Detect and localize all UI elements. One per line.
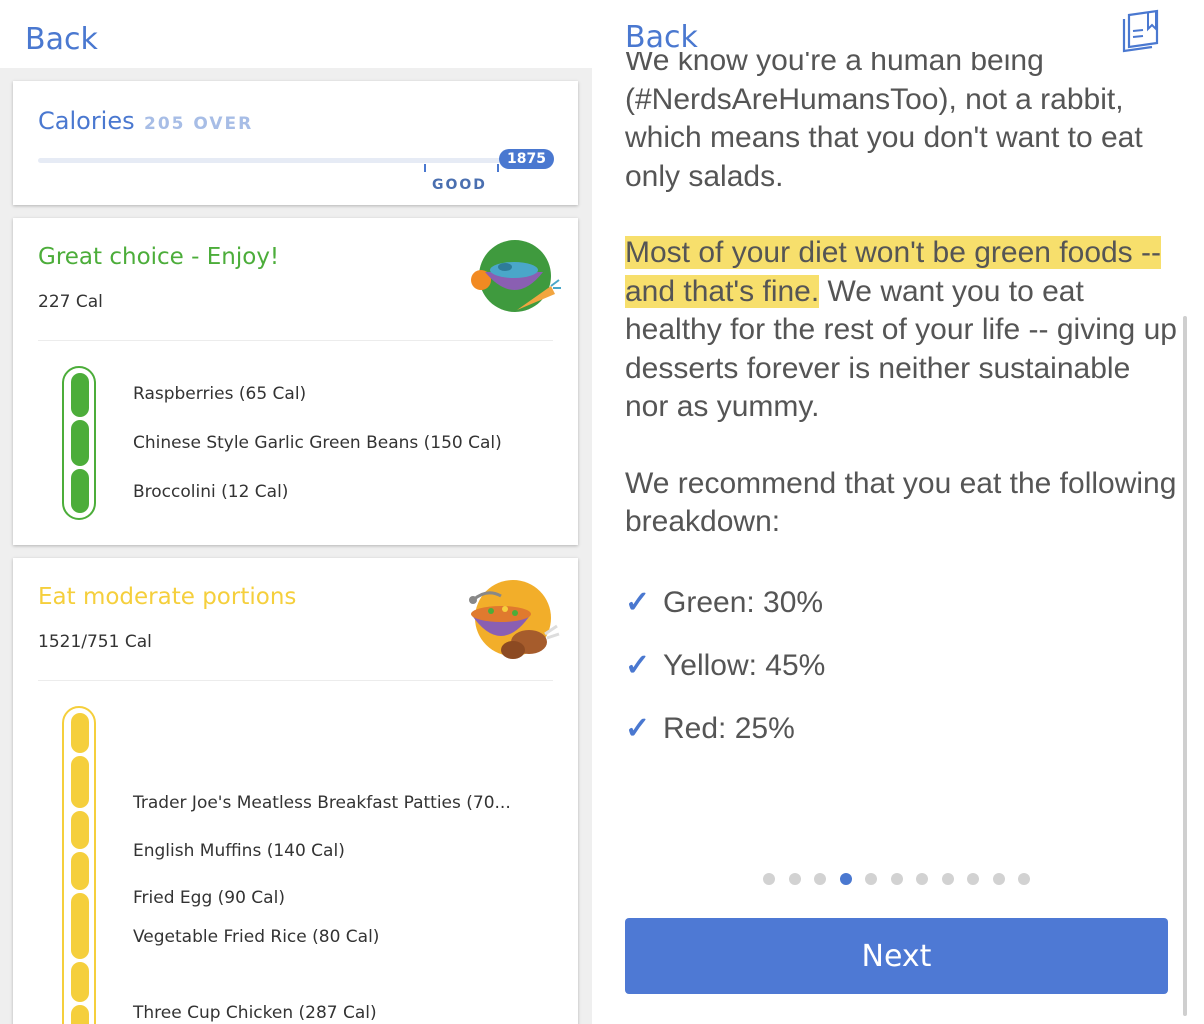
bookmark-icon[interactable] [1120, 7, 1166, 55]
next-button[interactable]: Next [625, 918, 1168, 994]
green-portion-meter [62, 366, 96, 520]
yellow-card-divider [38, 680, 553, 681]
lesson-text: We know you're a human being (#NerdsAreH… [625, 52, 1180, 761]
breakdown-label: Yellow: 45% [663, 648, 826, 682]
yellow-portion-meter [62, 706, 96, 1024]
food-item[interactable]: Trader Joe's Meatless Breakfast Patties … [133, 793, 511, 813]
page-dot[interactable] [788, 873, 801, 885]
page-dot[interactable] [916, 873, 928, 885]
food-item[interactable]: Raspberries (65 Cal) [133, 384, 306, 404]
left-nav-bar: Back [0, 0, 592, 68]
calories-card: Calories 205 OVER GOOD 1875 [13, 81, 578, 205]
checkmark-icon: ✓ [625, 648, 651, 682]
food-item[interactable]: Vegetable Fried Rice (80 Cal) [133, 927, 379, 947]
page-dot[interactable] [967, 873, 979, 885]
good-range-label: GOOD [432, 177, 487, 193]
checkmark-icon: ✓ [625, 585, 651, 619]
yellow-card-calories: 1521/751 Cal [38, 632, 152, 652]
scrollbar[interactable] [1183, 316, 1187, 1016]
lesson-scroll-area[interactable]: We know you're a human being (#NerdsAreH… [600, 52, 1204, 882]
breakdown-item: ✓ Green: 30% [625, 572, 1180, 635]
page-dot-active[interactable] [839, 873, 852, 885]
breakdown-item: ✓ Yellow: 45% [625, 635, 1180, 698]
page-indicator[interactable] [763, 873, 1044, 885]
good-range-start-tick [424, 164, 426, 172]
page-dot[interactable] [941, 873, 954, 885]
lesson-paragraph-2: Most of your diet won't be green foods -… [625, 234, 1180, 427]
yellow-foods-card[interactable]: Eat moderate portions 1521/751 Cal Trade… [13, 558, 578, 1024]
green-card-divider [38, 340, 553, 341]
food-item[interactable]: Chinese Style Garlic Green Beans (150 Ca… [133, 433, 502, 453]
lesson-paragraph-1: We know you're a human being (#NerdsAreH… [625, 52, 1143, 193]
page-dot[interactable] [865, 873, 877, 885]
calories-label: Calories [38, 107, 135, 135]
left-back-button[interactable]: Back [25, 22, 98, 57]
breakdown-item: ✓ Red: 25% [625, 698, 1180, 761]
green-foods-card[interactable]: Great choice - Enjoy! 227 Cal Raspberrie… [13, 218, 578, 545]
page-dot[interactable] [814, 873, 826, 885]
fried-rice-bowl-icon [469, 580, 560, 659]
green-card-title: Great choice - Enjoy! [38, 244, 280, 270]
food-item[interactable]: Three Cup Chicken (287 Cal) [133, 1003, 377, 1023]
salad-bowl-icon [471, 240, 561, 312]
green-card-calories: 227 Cal [38, 292, 103, 312]
left-scroll-area[interactable]: Calories 205 OVER GOOD 1875 Great choice… [0, 68, 592, 1024]
page-dot[interactable] [992, 873, 1005, 885]
lesson-paragraph-3: We recommend that you eat the following … [625, 466, 1177, 539]
page-dot[interactable] [890, 873, 903, 885]
calories-over-status: 205 OVER [144, 114, 254, 134]
lesson-panel: Back We know you're a human being (#Nerd… [600, 0, 1204, 1024]
page-dot[interactable] [763, 873, 775, 885]
food-item[interactable]: Broccolini (12 Cal) [133, 482, 288, 502]
calorie-log-panel: Back Calories 205 OVER GOOD 1875 Great c… [0, 0, 592, 1024]
breakdown-label: Red: 25% [663, 711, 795, 745]
food-item[interactable]: English Muffins (140 Cal) [133, 841, 345, 861]
calorie-target-badge: 1875 [499, 149, 554, 169]
checkmark-icon: ✓ [625, 711, 651, 745]
good-range-end-tick [497, 164, 499, 172]
right-back-button[interactable]: Back [625, 20, 698, 55]
breakdown-label: Green: 30% [663, 585, 824, 619]
yellow-card-title: Eat moderate portions [38, 584, 297, 610]
food-item[interactable]: Fried Egg (90 Cal) [133, 888, 285, 908]
calorie-progress-track [38, 158, 528, 163]
panel-gutter [592, 0, 600, 1024]
page-dot[interactable] [1018, 873, 1030, 885]
